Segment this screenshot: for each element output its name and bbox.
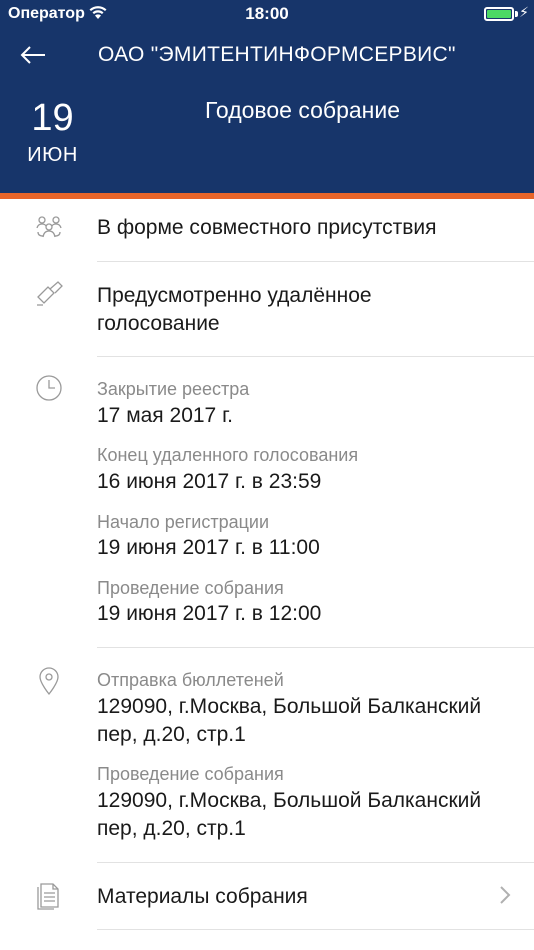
chevron-right-icon	[500, 886, 511, 904]
back-button[interactable]	[18, 40, 48, 70]
meeting-format-row: В форме совместного присутствия	[0, 199, 534, 261]
charging-icon: ⚡	[519, 4, 529, 20]
status-bar: Оператор 18:00 ⚡	[0, 0, 534, 28]
remote-voting-row: Предусмотренно удалённое голосование	[0, 262, 534, 356]
event-month: ИЮН	[27, 144, 78, 166]
app-header: Оператор 18:00 ⚡ ОАО "ЭМИТЕНТИНФОРМСЕРВИ…	[0, 0, 534, 193]
address-line: пер, д.20, стр.1	[97, 817, 246, 840]
page-title: ОАО "ЭМИТЕНТИНФОРМСЕРВИС"	[98, 43, 456, 66]
date-value: 19 июня 2017 г. в 11:00	[97, 536, 320, 559]
materials-row[interactable]: Материалы собрания	[0, 863, 534, 929]
battery-icon	[484, 7, 514, 21]
people-meeting-icon	[36, 216, 62, 238]
materials-label: Материалы собрания	[97, 885, 308, 908]
date-label: Закрытие реестра	[97, 379, 250, 399]
addresses-row: Отправка бюллетеней 129090, г.Москва, Бо…	[0, 648, 534, 862]
date-value: 17 мая 2017 г.	[97, 404, 233, 427]
meeting-type: Годовое собрание	[205, 97, 400, 123]
address-line: пер, д.20, стр.1	[97, 723, 246, 746]
date-value: 19 июня 2017 г. в 12:00	[97, 602, 322, 625]
date-label: Конец удаленного голосования	[97, 445, 359, 465]
address-line: 129090, г.Москва, Большой Балканский	[97, 789, 482, 812]
event-day: 19	[31, 97, 74, 139]
battery-tip	[515, 11, 518, 17]
address-label: Проведение собрания	[97, 764, 284, 784]
address-label: Отправка бюллетеней	[97, 670, 284, 690]
back-arrow-icon	[20, 46, 45, 64]
remote-voting-line2: голосование	[97, 312, 220, 335]
address-line: 129090, г.Москва, Большой Балканский	[97, 695, 482, 718]
status-time: 18:00	[245, 4, 289, 23]
meeting-format: В форме совместного присутствия	[97, 216, 437, 239]
clock-icon	[36, 375, 62, 401]
date-label: Начало регистрации	[97, 512, 270, 532]
dates-row: Закрытие реестра 17 мая 2017 г. Конец уд…	[0, 357, 534, 647]
document-icon	[37, 883, 59, 910]
divider	[97, 929, 534, 930]
ballot-pen-icon	[37, 281, 63, 306]
location-pin-icon	[39, 667, 59, 696]
date-value: 16 июня 2017 г. в 23:59	[97, 470, 322, 493]
remote-voting-line1: Предусмотренно удалённое	[97, 284, 372, 307]
date-label: Проведение собрания	[97, 578, 284, 598]
